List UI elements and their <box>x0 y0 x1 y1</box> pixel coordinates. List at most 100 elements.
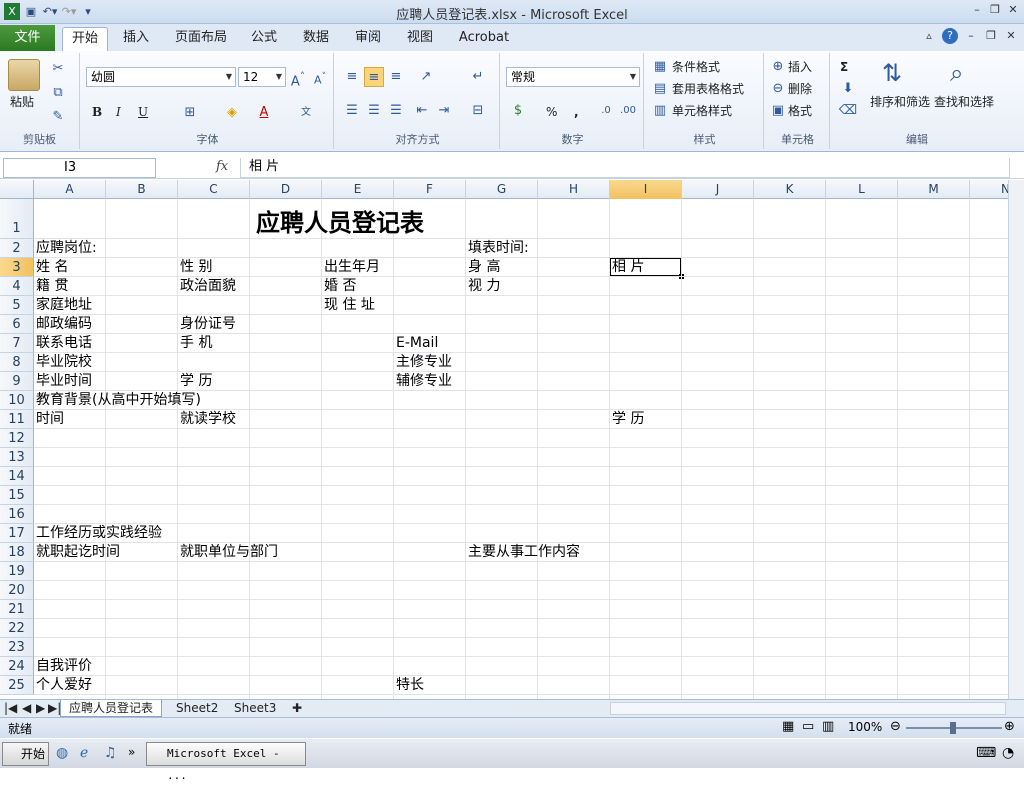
align-middle-icon[interactable]: ≡ <box>364 67 384 87</box>
show-desktop-icon[interactable]: ◍ <box>56 745 68 761</box>
media-icon[interactable]: ♫ <box>104 745 117 761</box>
cell-c4[interactable]: 政治面貌 <box>178 277 236 295</box>
tab-data[interactable]: 数据 <box>296 27 336 51</box>
cell-i3[interactable]: 相 片 <box>610 258 644 276</box>
sheet-nav-first-icon[interactable]: |◀ <box>2 700 19 717</box>
column-header-g[interactable]: G <box>466 180 538 199</box>
border-icon[interactable]: ⊞ <box>180 103 200 123</box>
row-header-7[interactable]: 7 <box>0 334 34 353</box>
increase-indent-icon[interactable]: ⇥ <box>434 101 454 121</box>
tab-insert[interactable]: 插入 <box>116 27 156 51</box>
row-header-9[interactable]: 9 <box>0 372 34 391</box>
ribbon-collapse-icon[interactable]: ▵ <box>922 28 936 44</box>
cell-f8[interactable]: 主修专业 <box>394 353 452 371</box>
row-header-22[interactable]: 22 <box>0 619 34 638</box>
worksheet-grid[interactable]: ABCDEFGHIJKLMN 1 2 3 4 5 6 7 8 9 10 11 12 13 14 15 16 17… <box>0 180 1008 699</box>
find-select-icon[interactable]: ⌕ <box>950 59 982 91</box>
cell-a5[interactable]: 家庭地址 <box>34 296 92 314</box>
delete-cells-button[interactable]: 删除 <box>788 80 812 100</box>
zoom-out-icon[interactable]: ⊖ <box>890 719 901 734</box>
zoom-in-icon[interactable]: ⊕ <box>1004 719 1015 734</box>
cell-f25[interactable]: 特长 <box>394 676 424 694</box>
normal-view-icon[interactable]: ▦ <box>782 719 794 734</box>
keyboard-icon[interactable]: ⌨ <box>976 745 996 761</box>
column-header-i[interactable]: I <box>610 180 682 199</box>
row-header-14[interactable]: 14 <box>0 467 34 486</box>
cell-a10[interactable]: 教育背景(从高中开始填写) <box>34 391 201 409</box>
ie-icon[interactable]: ℯ <box>80 745 88 761</box>
cell-styles-button[interactable]: 单元格样式 <box>672 102 732 122</box>
wrap-text-icon[interactable]: ↵ <box>468 67 488 87</box>
align-left-icon[interactable]: ☰ <box>342 101 362 121</box>
row-header-2[interactable]: 2 <box>0 239 34 258</box>
vertical-scrollbar[interactable] <box>1008 180 1024 699</box>
row-header-19[interactable]: 19 <box>0 562 34 581</box>
fill-icon[interactable]: ⬇ <box>838 79 858 99</box>
conditional-format-button[interactable]: 条件格式 <box>672 58 720 78</box>
column-header-a[interactable]: A <box>34 180 106 199</box>
fill-color-icon[interactable]: ◈ <box>222 103 242 123</box>
restore-icon[interactable]: ❐ <box>988 2 1002 18</box>
format-as-table-icon[interactable]: ▤ <box>650 79 670 99</box>
insert-cells-icon[interactable]: ⊕ <box>768 57 788 77</box>
column-header-c[interactable]: C <box>178 180 250 199</box>
column-header-m[interactable]: M <box>898 180 970 199</box>
cell-g18[interactable]: 主要从事工作内容 <box>466 543 580 561</box>
tab-page-layout[interactable]: 页面布局 <box>170 27 232 51</box>
zoom-level[interactable]: 100% <box>848 720 882 734</box>
cell-c11[interactable]: 就读学校 <box>178 410 236 428</box>
insert-cells-button[interactable]: 插入 <box>788 58 812 78</box>
align-bottom-icon[interactable]: ≡ <box>386 67 406 87</box>
orientation-icon[interactable]: ↗ <box>416 67 436 87</box>
align-right-icon[interactable]: ☰ <box>386 101 406 121</box>
name-box[interactable]: I3 <box>3 158 156 178</box>
format-painter-icon[interactable]: ✎ <box>48 107 68 127</box>
clear-icon[interactable]: ⌫ <box>838 101 858 121</box>
cell-e3[interactable]: 出生年月 <box>322 258 380 276</box>
workbook-close-icon[interactable]: ✕ <box>1004 28 1018 44</box>
row-header-18[interactable]: 18 <box>0 543 34 562</box>
format-as-table-button[interactable]: 套用表格格式 <box>672 80 744 100</box>
format-cells-icon[interactable]: ▣ <box>768 101 788 121</box>
cell-c3[interactable]: 性 别 <box>178 258 212 276</box>
cell-a17[interactable]: 工作经历或实践经验 <box>34 524 162 542</box>
tab-view[interactable]: 视图 <box>400 27 440 51</box>
select-all-corner[interactable] <box>0 180 34 199</box>
row-header-4[interactable]: 4 <box>0 277 34 296</box>
row-header-16[interactable]: 16 <box>0 505 34 524</box>
cell-e5[interactable]: 现 住 址 <box>322 296 375 314</box>
tab-review[interactable]: 审阅 <box>348 27 388 51</box>
zoom-slider-thumb[interactable] <box>950 722 956 734</box>
cell-c9[interactable]: 学 历 <box>178 372 212 390</box>
italic-button[interactable]: I <box>116 103 121 123</box>
minimize-icon[interactable]: – <box>970 2 984 18</box>
format-cells-button[interactable]: 格式 <box>788 102 812 122</box>
cell-styles-icon[interactable]: ▥ <box>650 101 670 121</box>
form-title[interactable]: 应聘人员登记表 <box>256 203 424 238</box>
cell-c6[interactable]: 身份证号 <box>178 315 236 333</box>
row-header-1[interactable]: 1 <box>0 199 34 239</box>
font-size-combo[interactable]: 12 ▼ <box>238 67 286 87</box>
column-header-e[interactable]: E <box>322 180 394 199</box>
currency-icon[interactable]: $ <box>508 101 528 121</box>
cell-f9[interactable]: 辅修专业 <box>394 372 452 390</box>
row-header-12[interactable]: 12 <box>0 429 34 448</box>
conditional-format-icon[interactable]: ▦ <box>650 57 670 77</box>
cell-c7[interactable]: 手 机 <box>178 334 212 352</box>
find-select-button[interactable]: 查找和选择 <box>934 93 994 113</box>
cell-a25[interactable]: 个人爱好 <box>34 676 92 694</box>
tab-file[interactable]: 文件 <box>0 25 55 51</box>
decrease-indent-icon[interactable]: ⇤ <box>412 101 432 121</box>
copy-icon[interactable]: ⧉ <box>48 83 68 103</box>
sort-filter-icon[interactable]: ⇅ <box>882 59 914 91</box>
page-break-view-icon[interactable]: ▥ <box>822 719 834 734</box>
sort-filter-button[interactable]: 排序和筛选 <box>870 93 930 113</box>
column-header-d[interactable]: D <box>250 180 322 199</box>
formula-input[interactable]: 相 片 <box>240 158 1010 178</box>
autosum-button[interactable]: Σ <box>840 58 848 78</box>
phonetic-icon[interactable]: 文 <box>296 103 316 123</box>
cell-g4[interactable]: 视 力 <box>466 277 500 295</box>
column-header-l[interactable]: L <box>826 180 898 199</box>
sheet-tab-registration[interactable]: 应聘人员登记表 <box>60 700 163 717</box>
row-header-17[interactable]: 17 <box>0 524 34 543</box>
